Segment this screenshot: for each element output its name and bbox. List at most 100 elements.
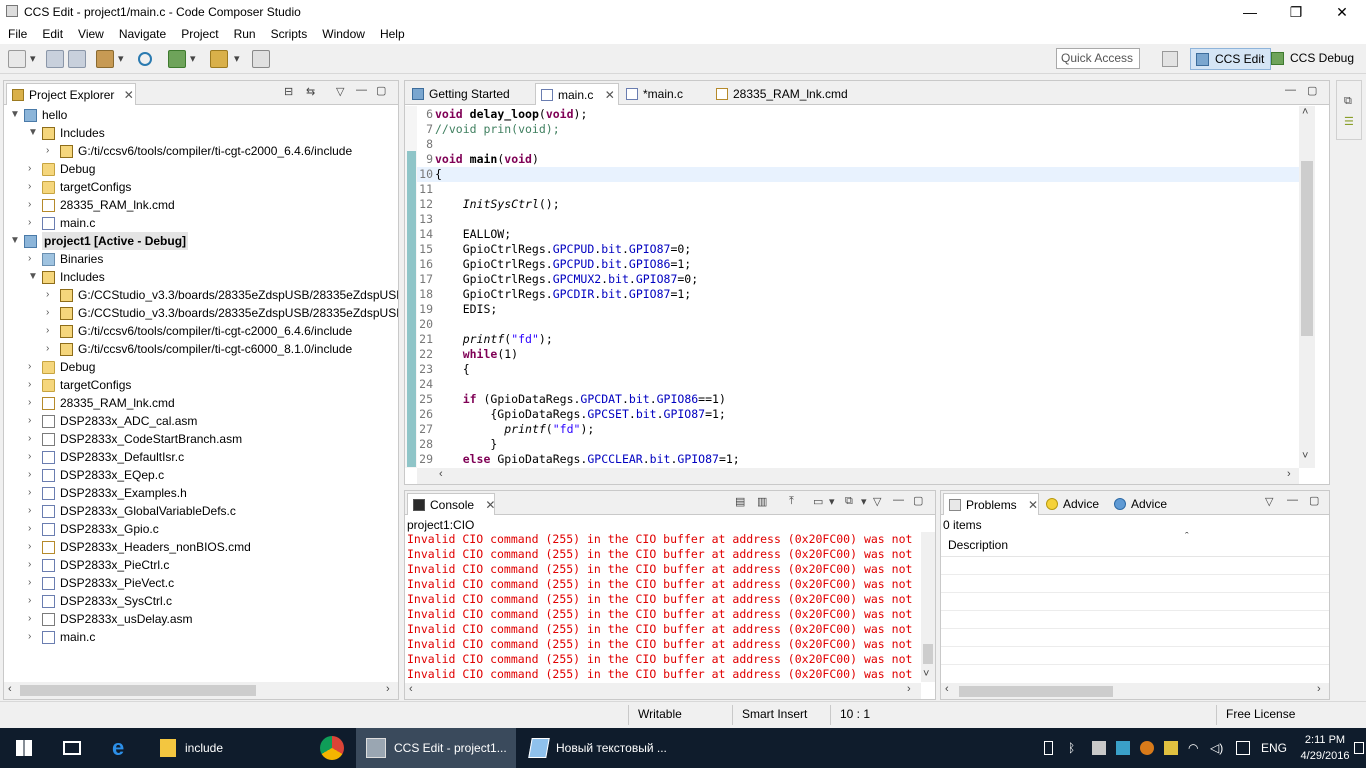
debug-icon[interactable] [168,50,186,68]
edge-icon[interactable]: e [112,737,134,759]
chevron-right-icon[interactable]: › [1287,468,1291,480]
code-line[interactable]: 19 EDIS; [405,302,1297,317]
license-status[interactable]: Free License [1226,707,1295,721]
chevron-down-icon[interactable]: ▾ [861,495,867,508]
chevron-down-icon[interactable]: ˅ [1302,450,1308,462]
build-icon[interactable] [96,50,114,68]
collapsed-arrow-icon[interactable]: › [28,178,38,196]
console-vscrollbar[interactable]: ˅ [921,532,935,682]
expanded-arrow-icon[interactable]: ▼ [28,124,38,142]
code-line[interactable]: 27 printf("fd"); [405,422,1297,437]
tree-item[interactable]: › G:/CCStudio_v3.3/boards/28335eZdspUSB/2… [4,304,398,322]
collapsed-arrow-icon[interactable]: › [28,556,38,574]
collapsed-arrow-icon[interactable]: › [46,340,56,358]
code-area[interactable]: 6 void delay_loop(void); 7//void prin(void… [405,107,1297,467]
tree-hscrollbar[interactable]: ‹ › [4,682,398,699]
tab-project-explorer[interactable]: Project Explorer ✕ [6,83,136,105]
chevron-left-icon[interactable]: ‹ [945,683,949,695]
tree-item[interactable]: › DSP2833x_DefaultIsr.c [4,448,398,466]
sort-up-icon[interactable]: ˆ [1185,531,1189,543]
taskbar-notepad[interactable]: Новый текстовый ... [520,728,680,768]
link-editor-icon[interactable]: ⇆ [306,85,315,98]
code-line[interactable]: 11 [405,182,1297,197]
taskbar-folder[interactable]: include [152,728,308,768]
editor-vscrollbar[interactable]: ˄ ˅ [1299,106,1315,468]
menu-edit[interactable]: Edit [42,24,70,44]
collapsed-arrow-icon[interactable]: › [28,592,38,610]
collapsed-arrow-icon[interactable]: › [28,376,38,394]
tree-item[interactable]: › Binaries [4,250,398,268]
search-icon[interactable] [138,52,152,66]
collapsed-arrow-icon[interactable]: › [46,304,56,322]
problems-hscrollbar[interactable]: ‹ › [941,683,1329,699]
chevron-left-icon[interactable]: ‹ [439,468,443,480]
chevron-down-icon[interactable]: ▾ [234,52,240,65]
chevron-right-icon[interactable]: › [1317,683,1321,695]
tab-problems[interactable]: Problems ✕ [943,493,1039,515]
tab-cmd[interactable]: 28335_RAM_lnk.cmd [711,83,871,105]
collapsed-arrow-icon[interactable]: › [28,610,38,628]
view-menu-icon[interactable]: ▽ [336,85,344,98]
tray-app-icon[interactable] [1140,741,1154,755]
new-icon[interactable] [8,50,26,68]
clock[interactable]: 2:11 PM 4/29/2016 [1300,732,1350,764]
collapsed-arrow-icon[interactable]: › [28,502,38,520]
code-line[interactable]: 21 printf("fd"); [405,332,1297,347]
close-icon[interactable]: ✕ [1028,498,1038,512]
code-line[interactable]: 15 GpioCtrlRegs.GPCPUD.bit.GPIO87=0; [405,242,1297,257]
restore-icon[interactable]: ⧉ [1344,95,1352,108]
chevron-down-icon[interactable]: ˅ [923,668,929,680]
description-column-header[interactable]: Description [948,538,1008,552]
battery-icon[interactable] [1044,741,1053,755]
collapsed-arrow-icon[interactable]: › [28,538,38,556]
minimize-view-icon[interactable]: — [356,84,367,96]
language-indicator[interactable]: ENG [1261,728,1287,768]
code-line[interactable]: 17 GpioCtrlRegs.GPCMUX2.bit.GPIO87=0; [405,272,1297,287]
tree-item[interactable]: ▼ project1 [Active - Debug] [4,232,398,250]
menu-run[interactable]: Run [234,24,263,44]
chevron-right-icon[interactable]: › [386,683,390,695]
tree-item[interactable]: › targetConfigs [4,178,398,196]
tab-advice-2[interactable]: Advice [1109,493,1175,515]
collapsed-arrow-icon[interactable]: › [46,286,56,304]
code-line[interactable]: 16 GpioCtrlRegs.GPCPUD.bit.GPIO86=1; [405,257,1297,272]
tree-item[interactable]: › DSP2833x_EQep.c [4,466,398,484]
code-line[interactable]: 12 InitSysCtrl(); [405,197,1297,212]
tree-item[interactable]: › DSP2833x_CodeStartBranch.asm [4,430,398,448]
minimize-view-icon[interactable]: — [1287,494,1298,506]
tree-item[interactable]: › main.c [4,214,398,232]
console-output[interactable]: Invalid CIO command (255) in the CIO buf… [405,532,921,682]
tab-main-c-dirty[interactable]: *main.c [621,83,707,105]
collapsed-arrow-icon[interactable]: › [28,520,38,538]
maximize-view-icon[interactable]: ▢ [1307,84,1317,97]
close-icon[interactable]: ✕ [485,498,495,512]
flash-icon[interactable] [210,50,228,68]
console-hscrollbar[interactable]: ‹ › [405,683,921,699]
expanded-arrow-icon[interactable]: ▼ [10,232,20,250]
collapsed-arrow-icon[interactable]: › [46,322,56,340]
code-line[interactable]: 8 [405,137,1297,152]
tab-advice-1[interactable]: Advice [1041,493,1107,515]
save-all-icon[interactable] [68,50,86,68]
chrome-icon[interactable] [320,736,344,760]
tree-item[interactable]: › 28335_RAM_lnk.cmd [4,196,398,214]
tree-item[interactable]: › main.c [4,628,398,646]
tab-console[interactable]: Console ✕ [407,493,495,515]
code-line[interactable]: 6 void delay_loop(void); [405,107,1297,122]
volume-icon[interactable]: ◁) [1210,741,1224,755]
tree-item[interactable]: › DSP2833x_ADC_cal.asm [4,412,398,430]
collapsed-arrow-icon[interactable]: › [28,628,38,646]
tree-item[interactable]: ▼ Includes [4,124,398,142]
task-view-icon[interactable] [63,741,81,755]
chevron-down-icon[interactable]: ▾ [118,52,124,65]
code-line[interactable]: 29 else GpioDataRegs.GPCCLEAR.bit.GPIO87… [405,452,1297,467]
code-line[interactable]: 14 EALLOW; [405,227,1297,242]
close-icon[interactable]: ✕ [605,88,615,102]
taskbar-ccs[interactable]: CCS Edit - project1... [356,728,516,768]
code-line[interactable]: 28 } [405,437,1297,452]
tree-item[interactable]: › DSP2833x_PieVect.c [4,574,398,592]
code-line[interactable]: 26 {GpioDataRegs.GPCSET.bit.GPIO87=1; [405,407,1297,422]
open-perspective-icon[interactable] [1162,51,1178,67]
notifications-icon[interactable] [1354,742,1364,754]
chevron-down-icon[interactable]: ▾ [829,495,835,508]
